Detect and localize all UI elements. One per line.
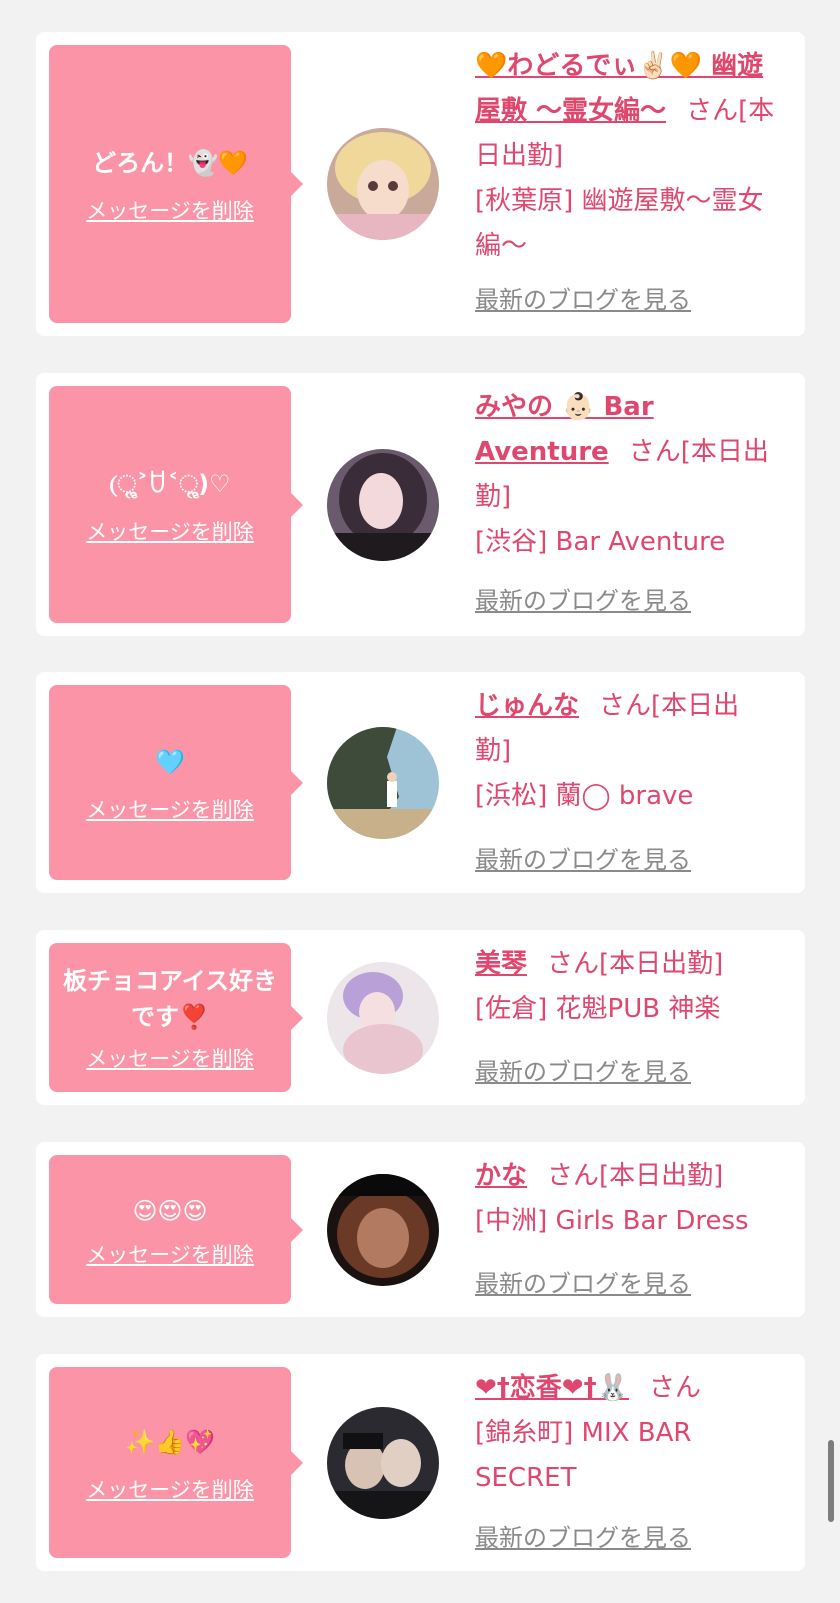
- latest-blog-link[interactable]: 最新のブログを見る: [475, 1052, 691, 1087]
- message-text: (ૢ˃ꇴ˂ૢ)♡: [109, 469, 231, 498]
- message-card: どろん！👻🧡 メッセージを削除 🧡わどるでぃ✌🏻🧡 幽遊屋敷 〜霊女編〜 さん[本…: [36, 32, 805, 336]
- latest-blog-link[interactable]: 最新のブログを見る: [475, 1264, 691, 1299]
- avatar[interactable]: [327, 1174, 439, 1286]
- message-bubble: (ૢ˃ꇴ˂ૢ)♡ メッセージを削除: [49, 386, 303, 623]
- delete-message-link[interactable]: メッセージを削除: [86, 195, 254, 225]
- message-text: 板チョコアイス好きです❣️: [62, 966, 278, 1031]
- message-bubble: どろん！👻🧡 メッセージを削除: [49, 45, 303, 323]
- cast-name-link[interactable]: みやの 👶🏻 Bar Aventure: [475, 392, 654, 467]
- message-text: どろん！👻🧡: [92, 149, 248, 177]
- delete-message-link[interactable]: メッセージを削除: [86, 1043, 254, 1073]
- cast-info: かな さん[本日出勤] [中洲] Girls Bar Dress: [475, 1154, 775, 1244]
- message-text: ✨👍💖: [125, 1427, 215, 1456]
- message-text: 😍😍😍: [132, 1196, 208, 1225]
- message-bubble: 😍😍😍 メッセージを削除: [49, 1155, 303, 1304]
- latest-blog-link[interactable]: 最新のブログを見る: [475, 581, 691, 616]
- honorific-status: さん: [648, 1373, 701, 1403]
- delete-message-link[interactable]: メッセージを削除: [86, 1474, 254, 1504]
- message-card: (ૢ˃ꇴ˂ૢ)♡ メッセージを削除 みやの 👶🏻 Bar Aventure さん[…: [36, 373, 805, 636]
- shop-info: [錦糸町] MIX BAR SECRET: [475, 1418, 692, 1493]
- message-bubble: 板チョコアイス好きです❣️ メッセージを削除: [49, 943, 303, 1092]
- message-card: 板チョコアイス好きです❣️ メッセージを削除 美琴 さん[本日出勤] [佐倉] 花…: [36, 930, 805, 1105]
- latest-blog-link[interactable]: 最新のブログを見る: [475, 280, 691, 315]
- message-card: ✨👍💖 メッセージを削除 ❤︎†恋香❤︎†🐰 さん [錦糸町] MIX BAR S…: [36, 1354, 805, 1571]
- avatar[interactable]: [327, 1407, 439, 1519]
- cast-info: みやの 👶🏻 Bar Aventure さん[本日出勤] [渋谷] Bar Ave…: [475, 385, 775, 565]
- message-bubble: 🩵 メッセージを削除: [49, 685, 303, 880]
- avatar[interactable]: [327, 128, 439, 240]
- shop-info: [秋葉原] 幽遊屋敷〜霊女編〜: [475, 186, 764, 261]
- cast-info: 美琴 さん[本日出勤] [佐倉] 花魁PUB 神楽: [475, 942, 775, 1032]
- message-card: 🩵 メッセージを削除 じゅんな さん[本日出勤] [浜松] 蘭◯ brave 最新…: [36, 672, 805, 893]
- avatar[interactable]: [327, 962, 439, 1074]
- latest-blog-link[interactable]: 最新のブログを見る: [475, 840, 691, 875]
- message-card: 😍😍😍 メッセージを削除 かな さん[本日出勤] [中洲] Girls Bar D…: [36, 1142, 805, 1317]
- cast-name-link[interactable]: かな: [475, 1161, 527, 1191]
- delete-message-link[interactable]: メッセージを削除: [86, 516, 254, 546]
- honorific-status: さん[本日出勤]: [547, 949, 724, 979]
- avatar[interactable]: [327, 727, 439, 839]
- cast-info: じゅんな さん[本日出勤] [浜松] 蘭◯ brave: [475, 684, 775, 819]
- cast-name-link[interactable]: ❤︎†恋香❤︎†🐰: [475, 1373, 629, 1403]
- message-bubble: ✨👍💖 メッセージを削除: [49, 1367, 303, 1558]
- shop-info: [浜松] 蘭◯ brave: [475, 781, 694, 811]
- shop-info: [佐倉] 花魁PUB 神楽: [475, 994, 721, 1024]
- scrollbar[interactable]: [828, 1440, 834, 1522]
- latest-blog-link[interactable]: 最新のブログを見る: [475, 1518, 691, 1553]
- cast-info: 🧡わどるでぃ✌🏻🧡 幽遊屋敷 〜霊女編〜 さん[本日出勤] [秋葉原] 幽遊屋敷〜…: [475, 44, 775, 269]
- shop-info: [中洲] Girls Bar Dress: [475, 1206, 749, 1236]
- delete-message-link[interactable]: メッセージを削除: [86, 794, 254, 824]
- cast-info: ❤︎†恋香❤︎†🐰 さん [錦糸町] MIX BAR SECRET: [475, 1366, 775, 1501]
- cast-name-link[interactable]: じゅんな: [475, 691, 579, 721]
- delete-message-link[interactable]: メッセージを削除: [86, 1239, 254, 1269]
- cast-name-link[interactable]: 美琴: [475, 949, 527, 979]
- honorific-status: さん[本日出勤]: [547, 1161, 724, 1191]
- avatar[interactable]: [327, 449, 439, 561]
- message-text: 🩵: [155, 747, 185, 776]
- shop-info: [渋谷] Bar Aventure: [475, 527, 726, 557]
